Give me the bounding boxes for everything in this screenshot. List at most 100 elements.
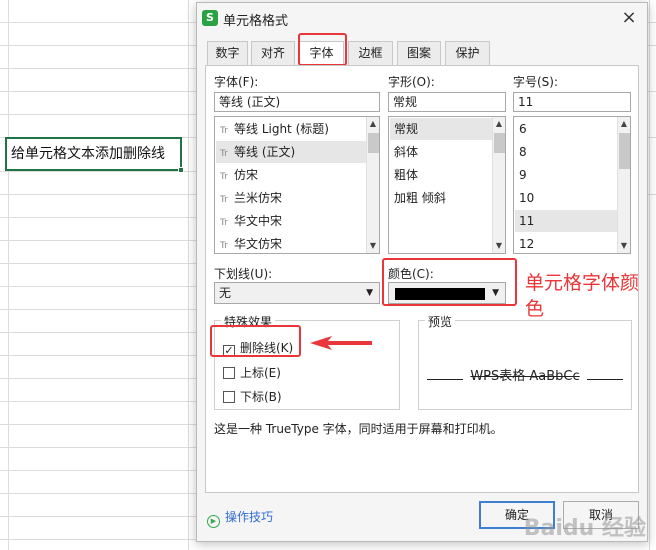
grid-line bbox=[0, 378, 200, 379]
list-item[interactable]: 常规 bbox=[390, 118, 492, 140]
scroll-down-icon[interactable]: ▼ bbox=[618, 240, 630, 252]
play-icon: ▶ bbox=[207, 515, 220, 528]
font-input[interactable]: 等线 (正文) bbox=[214, 92, 380, 112]
underline-label: 下划线(U): bbox=[214, 267, 273, 281]
truetype-icon: Tr bbox=[220, 218, 228, 228]
baidu-watermark: Baidu 经验 bbox=[523, 516, 646, 541]
wps-app-icon: S bbox=[202, 10, 218, 26]
scroll-up-icon[interactable]: ▲ bbox=[493, 118, 505, 130]
grid-line bbox=[0, 171, 200, 172]
annotation-label: 单元格字体颜色 bbox=[525, 272, 640, 320]
superscript-checkbox[interactable]: 上标(E) bbox=[223, 364, 281, 381]
size-list-scrollbar[interactable]: ▲ ▼ bbox=[617, 117, 630, 253]
style-list-scrollbar[interactable]: ▲ ▼ bbox=[492, 117, 505, 253]
tab-pattern[interactable]: 图案 bbox=[397, 41, 441, 65]
arrow-left-icon bbox=[310, 336, 372, 350]
list-item[interactable]: 加粗 倾斜 bbox=[390, 187, 492, 209]
list-item[interactable]: Tr 等线 (正文) bbox=[216, 141, 366, 163]
grid-line bbox=[0, 22, 200, 23]
preview-title: 预览 bbox=[425, 313, 456, 330]
list-item[interactable]: 10 bbox=[515, 187, 617, 209]
underline-select[interactable]: 无 ▼ bbox=[214, 282, 380, 304]
close-icon[interactable]: × bbox=[619, 8, 639, 28]
scroll-thumb[interactable] bbox=[368, 133, 379, 153]
style-list[interactable]: 常规 斜体 粗体 加粗 倾斜 ▲ ▼ bbox=[388, 116, 506, 254]
scroll-up-icon[interactable]: ▲ bbox=[367, 118, 379, 130]
checkbox-icon bbox=[223, 391, 235, 403]
title-bar[interactable]: S 单元格格式 × bbox=[197, 3, 647, 33]
style-input[interactable]: 常规 bbox=[388, 92, 506, 112]
grid-line bbox=[0, 309, 200, 310]
list-item[interactable]: Tr 华文仿宋 bbox=[216, 233, 366, 253]
grid-line bbox=[0, 286, 200, 287]
superscript-label: 上标(E) bbox=[240, 366, 281, 380]
grid-line bbox=[0, 217, 200, 218]
style-label: 字形(O): bbox=[388, 75, 435, 89]
grid-line bbox=[0, 263, 200, 264]
list-item[interactable]: Tr 兰米仿宋 bbox=[216, 187, 366, 209]
truetype-icon: Tr bbox=[220, 149, 228, 159]
list-item[interactable]: Tr 仿宋 bbox=[216, 164, 366, 186]
scroll-up-icon[interactable]: ▲ bbox=[618, 118, 630, 130]
selected-cell[interactable]: 给单元格文本添加删除线 bbox=[5, 137, 182, 171]
grid-line bbox=[0, 447, 200, 448]
list-item[interactable]: Tr 华文中宋 bbox=[216, 210, 366, 232]
scroll-down-icon[interactable]: ▼ bbox=[493, 240, 505, 252]
grid-line bbox=[0, 91, 200, 92]
underline-value: 无 bbox=[219, 286, 232, 300]
size-list[interactable]: 6 8 9 10 11 12 ▲ ▼ bbox=[513, 116, 631, 254]
subscript-checkbox[interactable]: 下标(B) bbox=[223, 388, 282, 405]
grid-line bbox=[0, 194, 200, 195]
list-item[interactable]: 8 bbox=[515, 141, 617, 163]
fill-handle[interactable] bbox=[178, 167, 184, 173]
grid-line bbox=[0, 355, 200, 356]
font-list[interactable]: Tr 等线 Light (标题) Tr 等线 (正文) Tr 仿宋 Tr 兰米仿宋 Tr… bbox=[214, 116, 380, 254]
truetype-icon: Tr bbox=[220, 172, 228, 182]
list-item[interactable]: 9 bbox=[515, 164, 617, 186]
grid-line bbox=[0, 470, 200, 471]
font-list-scrollbar[interactable]: ▲ ▼ bbox=[366, 117, 379, 253]
font-label: 字体(F): bbox=[214, 75, 259, 89]
list-item[interactable]: 斜体 bbox=[390, 141, 492, 163]
preview-group: 预览 WPS表格 AaBbCc bbox=[418, 313, 632, 410]
grid-line bbox=[0, 493, 200, 494]
size-label: 字号(S): bbox=[513, 75, 559, 89]
grid-line bbox=[188, 0, 189, 550]
checkbox-icon bbox=[223, 367, 235, 379]
tips-link[interactable]: ▶ 操作技巧 bbox=[207, 508, 273, 528]
chevron-down-icon: ▼ bbox=[366, 288, 373, 298]
scroll-thumb[interactable] bbox=[619, 133, 630, 169]
list-item[interactable]: 6 bbox=[515, 118, 617, 140]
truetype-icon: Tr bbox=[220, 241, 228, 251]
grid-line bbox=[0, 45, 200, 46]
scroll-thumb[interactable] bbox=[494, 133, 505, 153]
grid-line bbox=[0, 401, 200, 402]
font-note: 这是一种 TrueType 字体，同时适用于屏幕和打印机。 bbox=[214, 422, 503, 436]
list-item[interactable]: 11 bbox=[515, 210, 617, 232]
list-item[interactable]: 12 bbox=[515, 233, 617, 253]
grid-line bbox=[0, 332, 200, 333]
font-tab-highlight bbox=[298, 33, 347, 66]
grid-line bbox=[0, 516, 200, 517]
preview-text: WPS表格 AaBbCc bbox=[470, 369, 580, 384]
grid-line bbox=[649, 0, 650, 550]
grid-line bbox=[0, 68, 200, 69]
truetype-icon: Tr bbox=[220, 195, 228, 205]
scroll-down-icon[interactable]: ▼ bbox=[367, 240, 379, 252]
size-input[interactable]: 11 bbox=[513, 92, 631, 112]
subscript-label: 下标(B) bbox=[240, 390, 282, 404]
list-item[interactable]: Tr 等线 Light (标题) bbox=[216, 118, 366, 140]
list-item[interactable]: 粗体 bbox=[390, 164, 492, 186]
tab-number[interactable]: 数字 bbox=[207, 41, 248, 65]
grid-line bbox=[0, 424, 200, 425]
strikethrough-highlight bbox=[210, 325, 301, 357]
cell-text: 给单元格文本添加删除线 bbox=[11, 146, 165, 162]
grid-line bbox=[0, 539, 200, 540]
grid-line bbox=[0, 114, 200, 115]
tab-protection[interactable]: 保护 bbox=[445, 41, 490, 65]
tab-border[interactable]: 边框 bbox=[348, 41, 393, 65]
color-highlight bbox=[382, 258, 517, 306]
tab-alignment[interactable]: 对齐 bbox=[251, 41, 295, 65]
truetype-icon: Tr bbox=[220, 126, 228, 136]
dialog-title: 单元格格式 bbox=[223, 14, 289, 29]
